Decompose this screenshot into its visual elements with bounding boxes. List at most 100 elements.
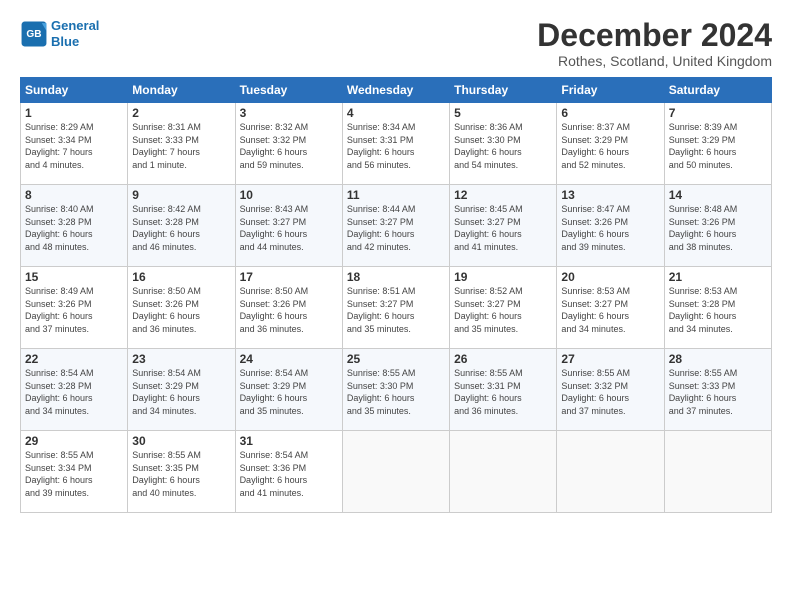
day-number: 13 [561,188,659,202]
calendar-header-row: Sunday Monday Tuesday Wednesday Thursday… [21,78,772,103]
calendar-page: GB General Blue December 2024 Rothes, Sc… [0,0,792,612]
calendar-cell [557,431,664,513]
page-header: GB General Blue December 2024 Rothes, Sc… [20,18,772,69]
calendar-cell: 15Sunrise: 8:49 AM Sunset: 3:26 PM Dayli… [21,267,128,349]
location: Rothes, Scotland, United Kingdom [537,53,772,69]
calendar-cell: 26Sunrise: 8:55 AM Sunset: 3:31 PM Dayli… [450,349,557,431]
day-info: Sunrise: 8:29 AM Sunset: 3:34 PM Dayligh… [25,121,123,171]
day-info: Sunrise: 8:32 AM Sunset: 3:32 PM Dayligh… [240,121,338,171]
day-number: 30 [132,434,230,448]
day-info: Sunrise: 8:54 AM Sunset: 3:28 PM Dayligh… [25,367,123,417]
calendar-week-row: 22Sunrise: 8:54 AM Sunset: 3:28 PM Dayli… [21,349,772,431]
day-number: 25 [347,352,445,366]
day-info: Sunrise: 8:49 AM Sunset: 3:26 PM Dayligh… [25,285,123,335]
day-number: 14 [669,188,767,202]
day-number: 29 [25,434,123,448]
day-info: Sunrise: 8:53 AM Sunset: 3:27 PM Dayligh… [561,285,659,335]
day-info: Sunrise: 8:52 AM Sunset: 3:27 PM Dayligh… [454,285,552,335]
day-number: 15 [25,270,123,284]
calendar-cell: 27Sunrise: 8:55 AM Sunset: 3:32 PM Dayli… [557,349,664,431]
day-info: Sunrise: 8:55 AM Sunset: 3:35 PM Dayligh… [132,449,230,499]
calendar-cell: 23Sunrise: 8:54 AM Sunset: 3:29 PM Dayli… [128,349,235,431]
calendar-cell [450,431,557,513]
day-number: 2 [132,106,230,120]
calendar-cell: 12Sunrise: 8:45 AM Sunset: 3:27 PM Dayli… [450,185,557,267]
day-number: 1 [25,106,123,120]
day-info: Sunrise: 8:54 AM Sunset: 3:36 PM Dayligh… [240,449,338,499]
calendar-cell: 1Sunrise: 8:29 AM Sunset: 3:34 PM Daylig… [21,103,128,185]
day-number: 23 [132,352,230,366]
header-thursday: Thursday [450,78,557,103]
calendar-week-row: 29Sunrise: 8:55 AM Sunset: 3:34 PM Dayli… [21,431,772,513]
day-number: 28 [669,352,767,366]
day-info: Sunrise: 8:53 AM Sunset: 3:28 PM Dayligh… [669,285,767,335]
day-number: 6 [561,106,659,120]
day-number: 7 [669,106,767,120]
logo-text: General Blue [51,18,99,49]
day-info: Sunrise: 8:51 AM Sunset: 3:27 PM Dayligh… [347,285,445,335]
day-number: 10 [240,188,338,202]
day-info: Sunrise: 8:34 AM Sunset: 3:31 PM Dayligh… [347,121,445,171]
calendar-cell: 18Sunrise: 8:51 AM Sunset: 3:27 PM Dayli… [342,267,449,349]
day-number: 5 [454,106,552,120]
calendar-cell: 19Sunrise: 8:52 AM Sunset: 3:27 PM Dayli… [450,267,557,349]
calendar-cell: 30Sunrise: 8:55 AM Sunset: 3:35 PM Dayli… [128,431,235,513]
calendar-cell: 5Sunrise: 8:36 AM Sunset: 3:30 PM Daylig… [450,103,557,185]
day-info: Sunrise: 8:45 AM Sunset: 3:27 PM Dayligh… [454,203,552,253]
header-wednesday: Wednesday [342,78,449,103]
calendar-cell: 29Sunrise: 8:55 AM Sunset: 3:34 PM Dayli… [21,431,128,513]
calendar-cell: 4Sunrise: 8:34 AM Sunset: 3:31 PM Daylig… [342,103,449,185]
day-info: Sunrise: 8:48 AM Sunset: 3:26 PM Dayligh… [669,203,767,253]
calendar-cell: 31Sunrise: 8:54 AM Sunset: 3:36 PM Dayli… [235,431,342,513]
day-number: 9 [132,188,230,202]
day-info: Sunrise: 8:54 AM Sunset: 3:29 PM Dayligh… [132,367,230,417]
day-number: 4 [347,106,445,120]
day-info: Sunrise: 8:47 AM Sunset: 3:26 PM Dayligh… [561,203,659,253]
logo: GB General Blue [20,18,99,49]
logo-icon: GB [20,20,48,48]
day-info: Sunrise: 8:44 AM Sunset: 3:27 PM Dayligh… [347,203,445,253]
calendar-cell: 9Sunrise: 8:42 AM Sunset: 3:28 PM Daylig… [128,185,235,267]
day-number: 17 [240,270,338,284]
day-info: Sunrise: 8:37 AM Sunset: 3:29 PM Dayligh… [561,121,659,171]
day-info: Sunrise: 8:31 AM Sunset: 3:33 PM Dayligh… [132,121,230,171]
day-info: Sunrise: 8:55 AM Sunset: 3:34 PM Dayligh… [25,449,123,499]
calendar-cell: 20Sunrise: 8:53 AM Sunset: 3:27 PM Dayli… [557,267,664,349]
calendar-cell: 14Sunrise: 8:48 AM Sunset: 3:26 PM Dayli… [664,185,771,267]
calendar-cell: 3Sunrise: 8:32 AM Sunset: 3:32 PM Daylig… [235,103,342,185]
day-number: 8 [25,188,123,202]
calendar-cell: 11Sunrise: 8:44 AM Sunset: 3:27 PM Dayli… [342,185,449,267]
calendar-cell: 7Sunrise: 8:39 AM Sunset: 3:29 PM Daylig… [664,103,771,185]
month-title: December 2024 [537,18,772,53]
header-monday: Monday [128,78,235,103]
day-info: Sunrise: 8:43 AM Sunset: 3:27 PM Dayligh… [240,203,338,253]
day-info: Sunrise: 8:42 AM Sunset: 3:28 PM Dayligh… [132,203,230,253]
header-friday: Friday [557,78,664,103]
day-info: Sunrise: 8:36 AM Sunset: 3:30 PM Dayligh… [454,121,552,171]
header-saturday: Saturday [664,78,771,103]
calendar-cell [664,431,771,513]
calendar-cell: 21Sunrise: 8:53 AM Sunset: 3:28 PM Dayli… [664,267,771,349]
day-info: Sunrise: 8:39 AM Sunset: 3:29 PM Dayligh… [669,121,767,171]
day-info: Sunrise: 8:55 AM Sunset: 3:30 PM Dayligh… [347,367,445,417]
day-number: 12 [454,188,552,202]
day-number: 27 [561,352,659,366]
day-number: 11 [347,188,445,202]
day-info: Sunrise: 8:55 AM Sunset: 3:32 PM Dayligh… [561,367,659,417]
calendar-cell: 2Sunrise: 8:31 AM Sunset: 3:33 PM Daylig… [128,103,235,185]
day-number: 21 [669,270,767,284]
header-sunday: Sunday [21,78,128,103]
day-info: Sunrise: 8:55 AM Sunset: 3:33 PM Dayligh… [669,367,767,417]
day-number: 20 [561,270,659,284]
day-number: 3 [240,106,338,120]
calendar-cell: 28Sunrise: 8:55 AM Sunset: 3:33 PM Dayli… [664,349,771,431]
calendar-week-row: 1Sunrise: 8:29 AM Sunset: 3:34 PM Daylig… [21,103,772,185]
day-info: Sunrise: 8:50 AM Sunset: 3:26 PM Dayligh… [240,285,338,335]
day-info: Sunrise: 8:54 AM Sunset: 3:29 PM Dayligh… [240,367,338,417]
calendar-cell [342,431,449,513]
day-number: 26 [454,352,552,366]
day-info: Sunrise: 8:40 AM Sunset: 3:28 PM Dayligh… [25,203,123,253]
calendar-cell: 13Sunrise: 8:47 AM Sunset: 3:26 PM Dayli… [557,185,664,267]
day-number: 24 [240,352,338,366]
day-info: Sunrise: 8:55 AM Sunset: 3:31 PM Dayligh… [454,367,552,417]
